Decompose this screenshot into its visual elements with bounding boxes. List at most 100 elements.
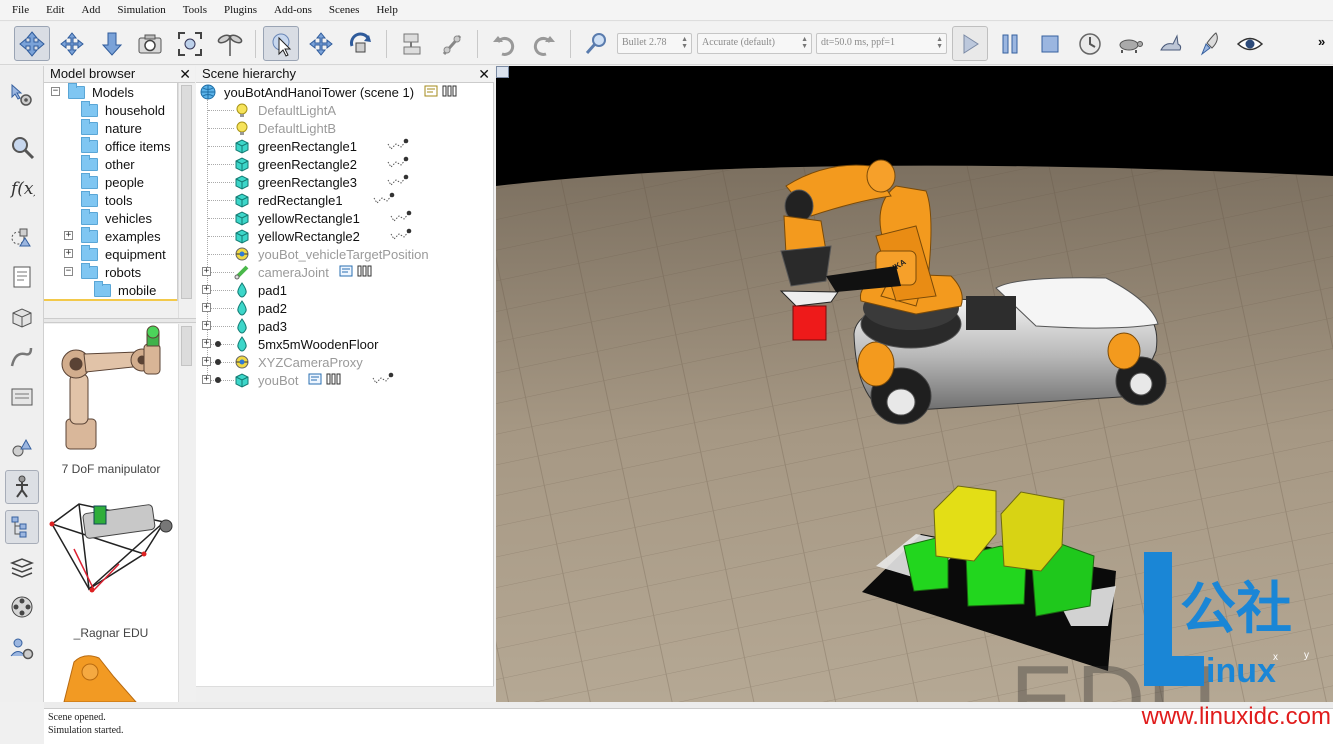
- scene-hierarchy-toggle-button[interactable]: [5, 510, 39, 544]
- menu-plugins[interactable]: Plugins: [218, 4, 263, 16]
- child-script-icon[interactable]: [372, 372, 394, 389]
- child-script-icon[interactable]: [390, 210, 412, 227]
- model-folder-Models[interactable]: Models: [68, 83, 134, 101]
- scene-object-greenRectangle3[interactable]: greenRectangle3: [234, 173, 409, 191]
- slow-down-button[interactable]: [1112, 26, 1148, 61]
- shift-camera-button[interactable]: [94, 26, 130, 61]
- orange-robot-thumbnail[interactable]: [44, 652, 178, 702]
- transfer-dna-button[interactable]: [434, 26, 470, 61]
- camera-button[interactable]: [132, 26, 168, 61]
- visibility-dot-icon[interactable]: [215, 359, 221, 365]
- scene-object-pad1[interactable]: pad1: [234, 281, 287, 299]
- script-button[interactable]: f(x): [5, 170, 39, 204]
- simulation-settings-button[interactable]: [5, 78, 39, 112]
- object-rotate-button[interactable]: [343, 26, 379, 61]
- menu-tools[interactable]: Tools: [177, 4, 213, 16]
- menu-edit[interactable]: Edit: [40, 4, 70, 16]
- object-shift-button[interactable]: [303, 26, 339, 61]
- child-script-icon[interactable]: [387, 138, 409, 155]
- menu-add[interactable]: Add: [75, 4, 106, 16]
- visualization-toggle-button[interactable]: [1232, 26, 1268, 61]
- child-script-icon[interactable]: [373, 192, 395, 209]
- model-folder-tools[interactable]: tools: [81, 190, 132, 209]
- scene-object-yellowRectangle1[interactable]: yellowRectangle1: [234, 209, 412, 227]
- scene-object-5mx5mWoodenFloor[interactable]: 5mx5mWoodenFloor: [234, 335, 378, 353]
- script-icon[interactable]: [339, 264, 353, 281]
- close-icon[interactable]: ✕: [478, 66, 490, 82]
- model-browser-scrollbar[interactable]: [178, 83, 194, 319]
- child-script-icon[interactable]: [387, 174, 409, 191]
- scene-object-pad3[interactable]: pad3: [234, 317, 287, 335]
- object-view-button[interactable]: [5, 300, 39, 334]
- viewport-menu-button[interactable]: [496, 66, 509, 78]
- model-browser-tree[interactable]: − Models household nature office items other p…: [44, 83, 178, 301]
- stop-simulation-button[interactable]: [1032, 26, 1068, 61]
- tree-expander[interactable]: +: [202, 285, 211, 294]
- scene-object-XYZCameraProxy[interactable]: XYZCameraProxy: [234, 353, 363, 371]
- tree-expander[interactable]: +: [202, 357, 211, 366]
- scene-hierarchy-tree[interactable]: youBotAndHanoiTower (scene 1) DefaultLigh…: [196, 83, 494, 686]
- child-script-icon[interactable]: [390, 228, 412, 245]
- scene-object-greenRectangle2[interactable]: greenRectangle2: [234, 155, 409, 173]
- engine-select[interactable]: Bullet 2.78 ▲ ▼: [617, 33, 692, 54]
- visibility-dot-icon[interactable]: [215, 341, 221, 347]
- scene-object-cameraJoint[interactable]: cameraJoint: [234, 263, 373, 281]
- pause-simulation-button[interactable]: [992, 26, 1028, 61]
- start-simulation-button[interactable]: [952, 26, 988, 61]
- visibility-dot-icon[interactable]: [215, 377, 221, 383]
- model-folder-nature[interactable]: nature: [81, 118, 142, 137]
- tree-expander[interactable]: +: [202, 339, 211, 348]
- model-folder-robots[interactable]: robots: [81, 262, 141, 281]
- shape-edit-button[interactable]: [5, 220, 39, 254]
- redo-button[interactable]: [526, 26, 562, 61]
- path-edit-button[interactable]: [5, 340, 39, 374]
- model-folder-other[interactable]: other: [81, 154, 135, 173]
- scene-object-youBot[interactable]: youBot: [234, 371, 394, 389]
- model-properties-icon[interactable]: [442, 84, 458, 101]
- tree-expander[interactable]: +: [64, 249, 73, 258]
- scene-object-greenRectangle1[interactable]: greenRectangle1: [234, 137, 409, 155]
- accuracy-select[interactable]: Accurate (default) ▲ ▼: [697, 33, 812, 54]
- menu-add-ons[interactable]: Add-ons: [268, 4, 318, 16]
- script-icon[interactable]: [424, 84, 438, 101]
- model-browser-splitter[interactable]: [44, 318, 196, 323]
- fit-to-view-button[interactable]: [172, 26, 208, 61]
- menu-scenes[interactable]: Scenes: [323, 4, 366, 16]
- scene-object-yellowRectangle2[interactable]: yellowRectangle2: [234, 227, 412, 245]
- user-preferences-button[interactable]: [5, 632, 39, 666]
- model-folder-people[interactable]: people: [81, 172, 144, 191]
- tree-expander[interactable]: +: [64, 231, 73, 240]
- properties-button[interactable]: [5, 260, 39, 294]
- model-folder-office-items[interactable]: office items: [81, 136, 171, 155]
- model-folder-vehicles[interactable]: vehicles: [81, 208, 152, 227]
- model-properties-icon[interactable]: [326, 372, 342, 389]
- physics-engine-button[interactable]: [578, 26, 614, 61]
- tree-expander[interactable]: −: [51, 87, 60, 96]
- tree-expander[interactable]: +: [202, 303, 211, 312]
- rotate-camera-button[interactable]: [54, 26, 90, 61]
- menu-simulation[interactable]: Simulation: [111, 4, 171, 16]
- scene-root[interactable]: youBotAndHanoiTower (scene 1): [200, 83, 458, 101]
- tree-expander[interactable]: +: [202, 321, 211, 330]
- assemble-button[interactable]: [394, 26, 430, 61]
- ragnar-edu-thumbnail[interactable]: [44, 494, 178, 624]
- tree-expander[interactable]: −: [64, 267, 73, 276]
- scene-object-youBot_vehicleTargetPosition[interactable]: youBot_vehicleTargetPosition: [234, 245, 429, 263]
- toolbar-overflow-button[interactable]: »: [1318, 34, 1325, 49]
- video-recorder-button[interactable]: [5, 590, 39, 624]
- 3d-viewport[interactable]: KUKA EDU 公社 inux x y: [496, 66, 1333, 702]
- thumbnails-scrollbar[interactable]: [178, 324, 194, 702]
- model-folder-mobile[interactable]: mobile: [94, 280, 156, 299]
- layers-button[interactable]: [5, 550, 39, 584]
- user-settings-button[interactable]: [5, 380, 39, 414]
- scene-object-pad2[interactable]: pad2: [234, 299, 287, 317]
- menu-help[interactable]: Help: [370, 4, 403, 16]
- translate-camera-button[interactable]: [14, 26, 50, 61]
- tree-expander[interactable]: +: [202, 267, 211, 276]
- fly-camera-button[interactable]: [212, 26, 248, 61]
- threaded-rendering-button[interactable]: [1192, 26, 1228, 61]
- select-button[interactable]: [263, 26, 299, 61]
- undo-button[interactable]: [486, 26, 522, 61]
- calculation-module-button[interactable]: [5, 130, 39, 164]
- scene-objects-button[interactable]: [5, 430, 39, 464]
